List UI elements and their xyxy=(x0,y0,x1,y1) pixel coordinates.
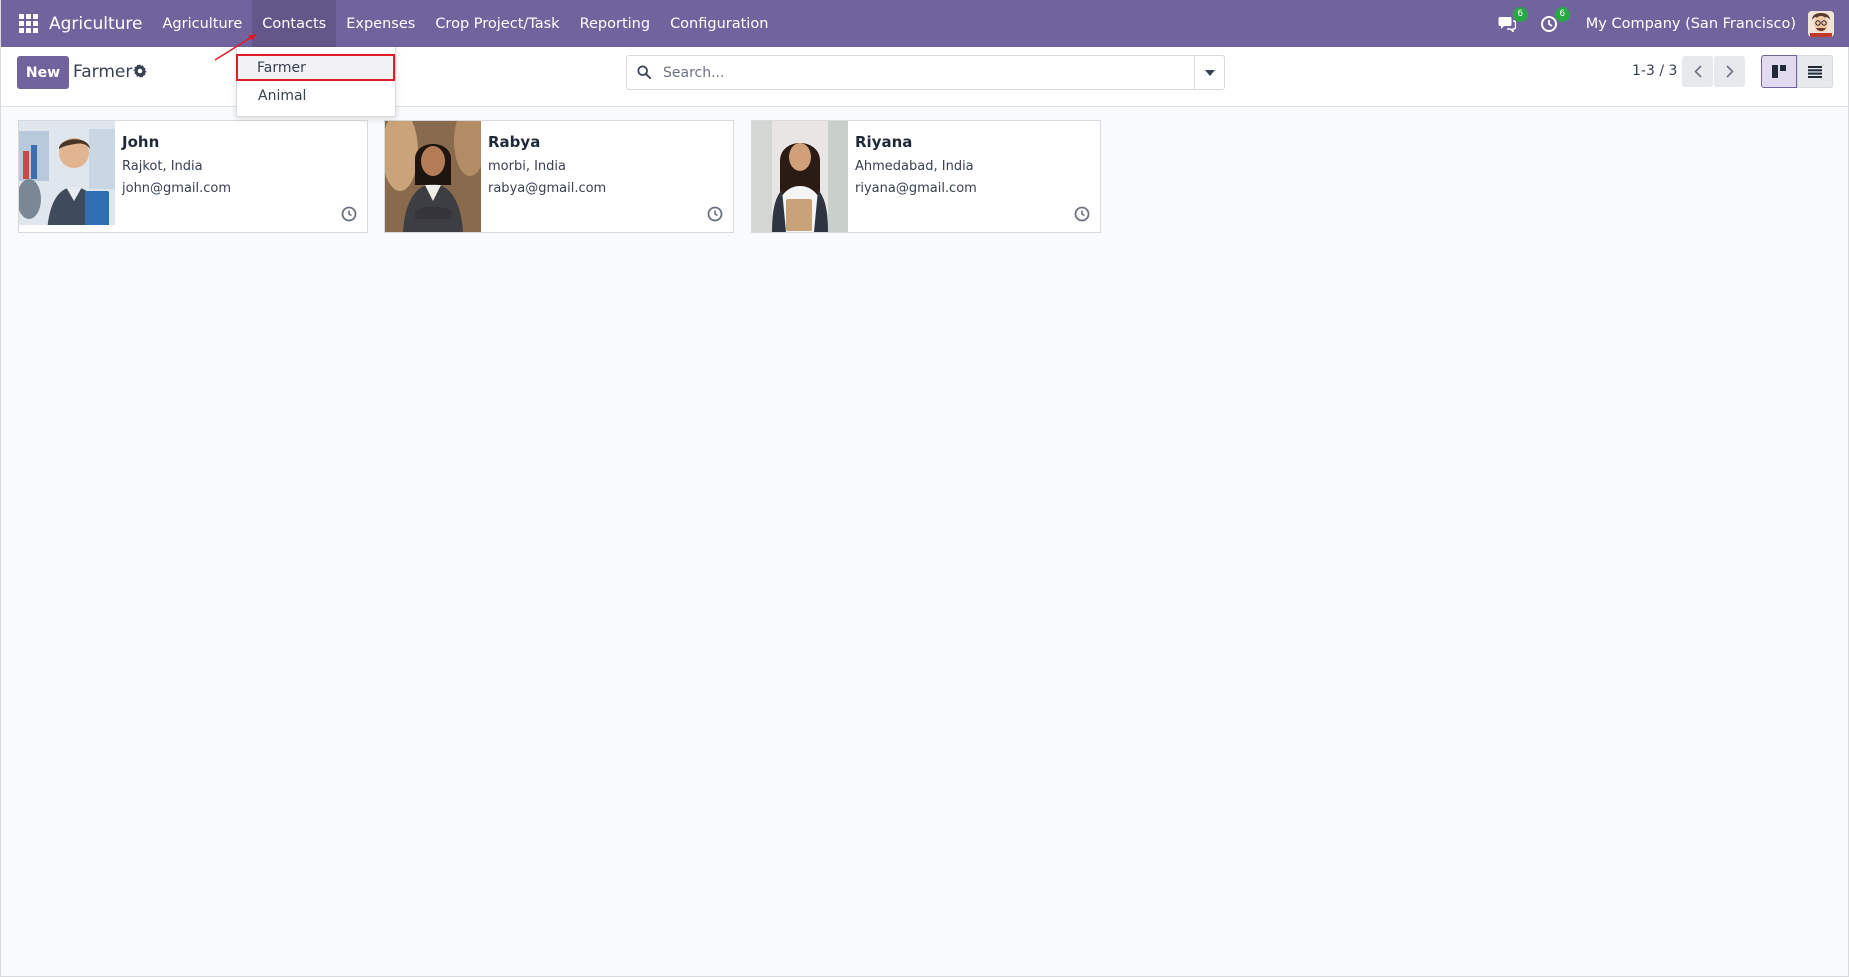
list-view-button[interactable] xyxy=(1797,55,1833,88)
search-options-toggle[interactable] xyxy=(1194,56,1224,89)
contact-photo xyxy=(19,121,115,232)
activity-clock-icon[interactable] xyxy=(341,206,357,222)
activities-clock-icon[interactable]: 6 xyxy=(1536,6,1570,37)
activity-clock-icon[interactable] xyxy=(707,206,723,222)
pager-value[interactable]: 1-3 / 3 xyxy=(1632,63,1677,79)
contact-email: rabya@gmail.com xyxy=(488,181,607,196)
search-bar xyxy=(626,55,1225,90)
activity-clock-icon[interactable] xyxy=(1074,206,1090,222)
menu-item-reporting[interactable]: Reporting xyxy=(570,0,661,47)
contact-location: Rajkot, India xyxy=(122,159,203,174)
menu-item-crop-project-task[interactable]: Crop Project/Task xyxy=(425,0,569,47)
list-icon xyxy=(1808,65,1822,78)
activities-badge: 6 xyxy=(1554,6,1570,22)
search-input[interactable] xyxy=(663,64,1194,81)
app-title[interactable]: Agriculture xyxy=(49,14,143,34)
top-navbar: Agriculture Agriculture Contacts Expense… xyxy=(1,0,1849,47)
dropdown-item-animal[interactable]: Animal xyxy=(237,82,397,109)
contact-name: Rabya xyxy=(488,133,541,151)
contact-location: Ahmedabad, India xyxy=(855,159,974,174)
menu-item-configuration[interactable]: Configuration xyxy=(660,0,778,47)
chevron-right-icon xyxy=(1725,65,1734,78)
contact-location: morbi, India xyxy=(488,159,566,174)
kanban-card[interactable]: Riyana Ahmedabad, India riyana@gmail.com xyxy=(751,120,1101,233)
gear-icon[interactable] xyxy=(133,64,149,80)
kanban-icon xyxy=(1772,65,1786,78)
pager-next-button[interactable] xyxy=(1714,56,1745,87)
contact-email: riyana@gmail.com xyxy=(855,181,977,196)
contact-name: Riyana xyxy=(855,133,913,151)
caret-down-icon xyxy=(1204,69,1215,76)
messages-icon[interactable]: 6 xyxy=(1494,6,1528,37)
navbar-right: 6 6 My Company (San Francisco) xyxy=(1494,0,1849,47)
contact-photo xyxy=(752,121,848,232)
page-title: Farmer xyxy=(73,62,133,82)
kanban-card[interactable]: Rabya morbi, India rabya@gmail.com xyxy=(384,120,734,233)
messages-badge: 6 xyxy=(1512,6,1528,22)
chevron-left-icon xyxy=(1693,65,1702,78)
app-grid-icon[interactable] xyxy=(19,13,39,34)
search-icon xyxy=(637,64,653,81)
company-switcher[interactable]: My Company (San Francisco) xyxy=(1586,16,1796,32)
menu-item-contacts[interactable]: Contacts xyxy=(252,0,337,47)
kanban-view-button[interactable] xyxy=(1761,55,1797,88)
annotation-arrow-icon xyxy=(214,34,257,61)
pager-previous-button[interactable] xyxy=(1682,56,1713,87)
menu-item-expenses[interactable]: Expenses xyxy=(336,0,425,47)
contact-email: john@gmail.com xyxy=(122,181,232,196)
contact-name: John xyxy=(122,133,160,151)
user-avatar[interactable] xyxy=(1808,10,1834,37)
contact-photo xyxy=(385,121,481,232)
new-button[interactable]: New xyxy=(17,56,69,89)
kanban-card[interactable]: John Rajkot, India john@gmail.com xyxy=(18,120,368,233)
